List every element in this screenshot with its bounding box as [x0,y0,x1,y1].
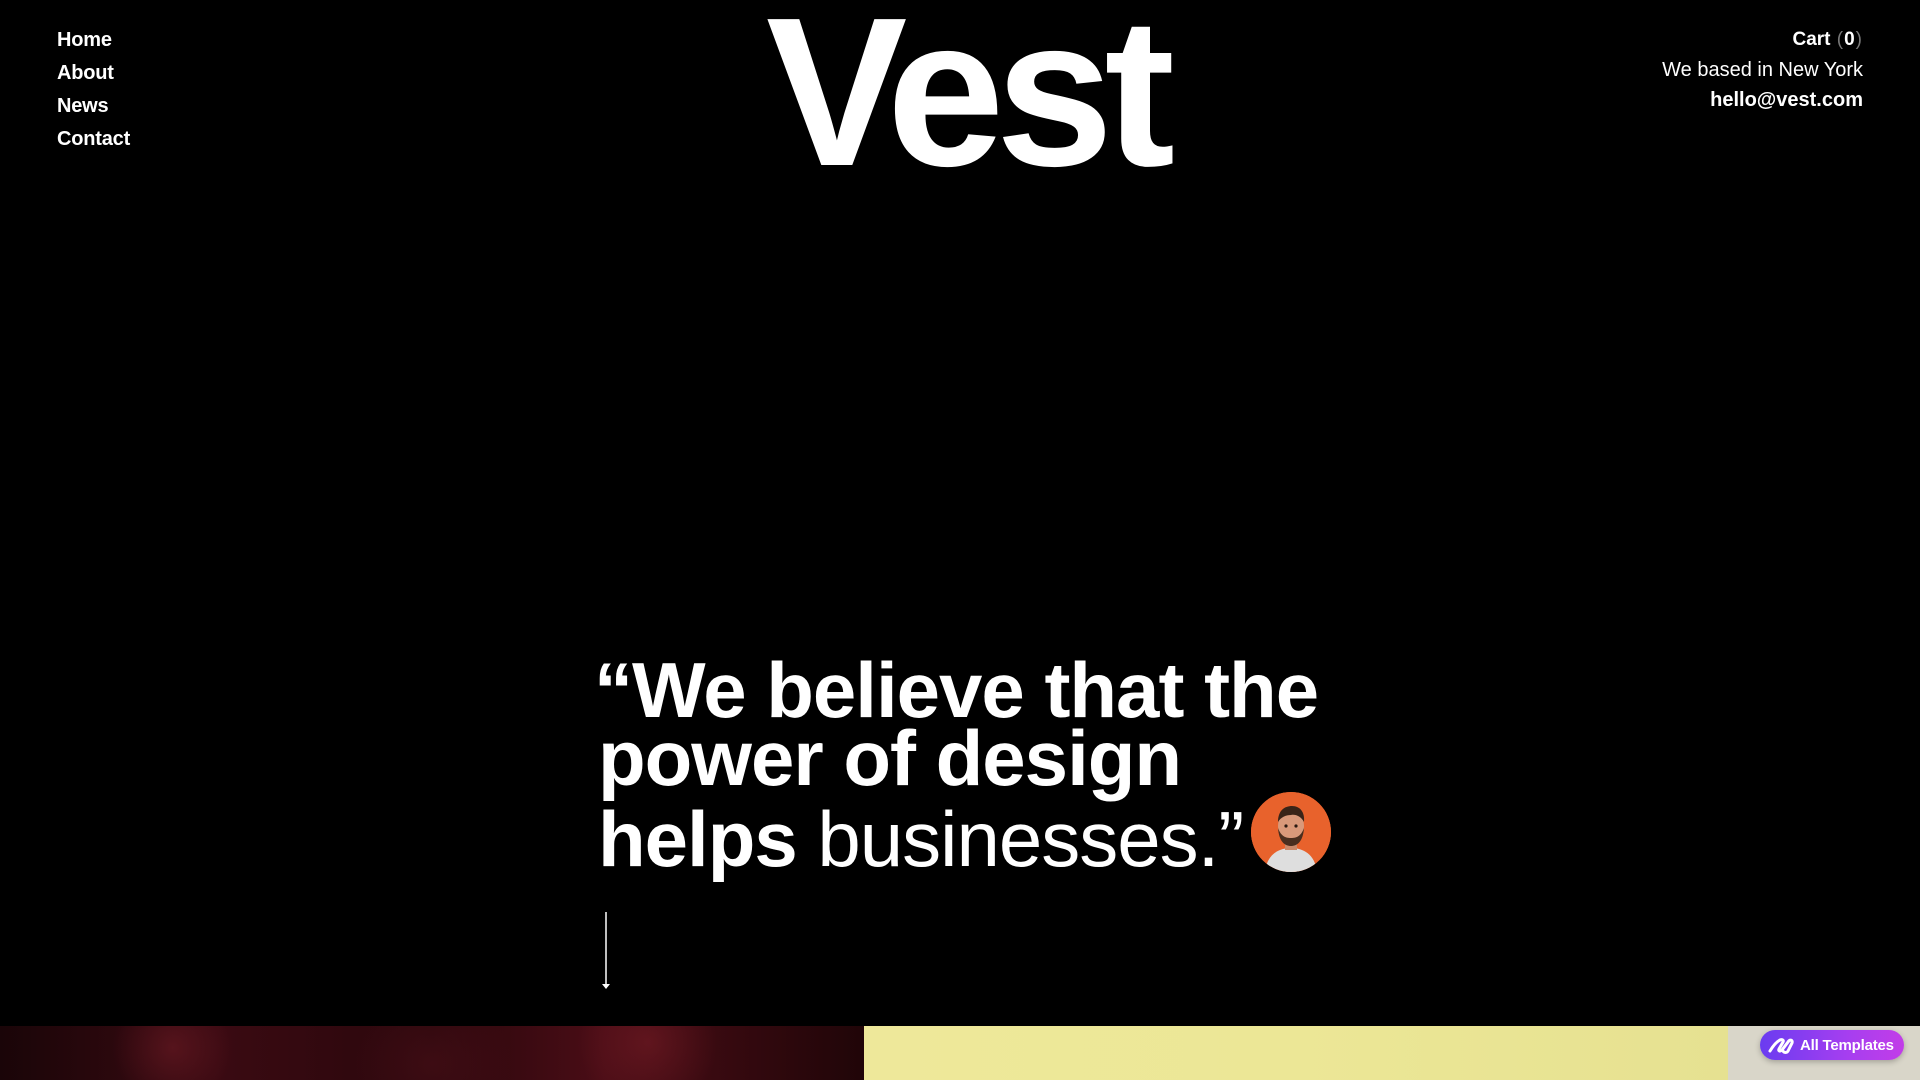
cart-label: Cart [1792,29,1831,50]
site-logo[interactable]: Vest [0,0,1920,198]
location-text: We based in New York [1662,59,1863,81]
cart-close-paren: ) [1855,29,1862,50]
scroll-down-arrow-icon[interactable] [599,912,613,990]
gallery-image-1[interactable] [0,1026,864,1080]
email-link[interactable]: hello@vest.com [1662,88,1863,112]
cart-count: 0 [1844,29,1855,50]
quote-line-3: helps businesses.” [598,792,1332,878]
hero-quote: “We believe that the power of design hel… [594,651,1332,878]
all-templates-button[interactable]: All Templates [1760,1030,1904,1060]
all-templates-label: All Templates [1800,1036,1894,1054]
cart-open-paren: ( [1836,29,1844,50]
templates-logo-icon [1768,1038,1794,1054]
cart-link[interactable]: Cart (0) [1662,28,1863,52]
gallery-image-2[interactable] [864,1026,1728,1080]
quote-bold-word: helps [598,795,798,883]
author-avatar [1251,792,1332,872]
quote-light-word: businesses.” [817,795,1244,883]
person-icon [1251,792,1332,872]
quote-line-2: power of design [598,714,1182,802]
page: Home About News Contact Vest Cart (0) We… [0,0,1920,1080]
header-info: Cart (0) We based in New York hello@vest… [1662,28,1863,112]
